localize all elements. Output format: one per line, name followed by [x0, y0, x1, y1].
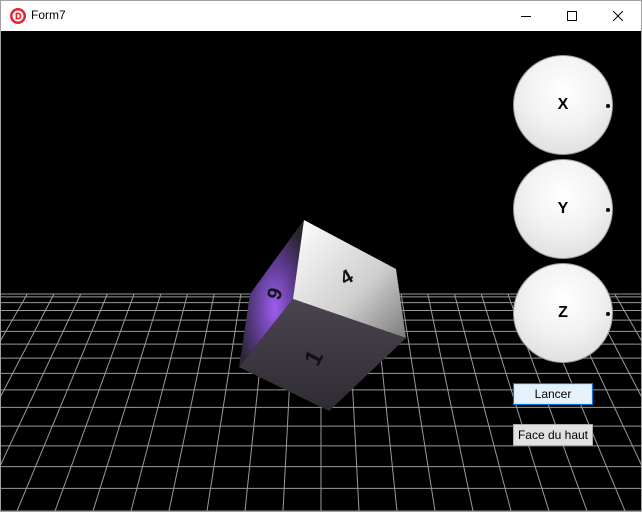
- grid-line: [168, 293, 215, 511]
- rotate-z-knob[interactable]: Z: [513, 263, 613, 363]
- grid-line: [92, 293, 162, 511]
- minimize-icon: [521, 16, 531, 17]
- roll-button[interactable]: Lancer: [513, 383, 593, 405]
- grid-line: [130, 293, 188, 511]
- grid-line: [54, 293, 135, 511]
- maximize-icon: [567, 11, 577, 21]
- grid-line: [614, 293, 641, 341]
- window-title: Form7: [31, 8, 66, 22]
- rotate-y-label: Y: [557, 200, 569, 217]
- grid-line: [1, 293, 82, 466]
- close-button[interactable]: [595, 1, 641, 31]
- viewport-3d[interactable]: 6 4 1 X Y Z Lancer Face du haut: [1, 31, 641, 511]
- grid-line: [16, 293, 108, 511]
- rotate-x-label: X: [557, 96, 569, 113]
- rotate-y-indicator: [606, 208, 610, 212]
- rotate-y-knob[interactable]: Y: [513, 159, 613, 259]
- rotate-z-label: Z: [558, 304, 568, 321]
- top-face-button[interactable]: Face du haut: [513, 424, 593, 446]
- grid-line: [400, 293, 436, 511]
- app-icon: [10, 8, 26, 24]
- rotate-z-indicator: [606, 312, 610, 316]
- rotate-x-knob[interactable]: X: [513, 55, 613, 155]
- maximize-button[interactable]: [549, 1, 595, 31]
- grid-line: [454, 293, 512, 511]
- dice: 6 4 1: [239, 220, 406, 411]
- rotate-x-indicator: [606, 104, 610, 108]
- grid-line: [206, 293, 242, 511]
- grid-line: [1, 293, 28, 341]
- title-bar[interactable]: Form7: [1, 1, 641, 31]
- minimize-button[interactable]: [503, 1, 549, 31]
- app-window: Form7 6 4 1 X Y Z Lancer Face du haut: [0, 0, 642, 512]
- grid-line: [427, 293, 474, 511]
- close-icon: [613, 11, 623, 21]
